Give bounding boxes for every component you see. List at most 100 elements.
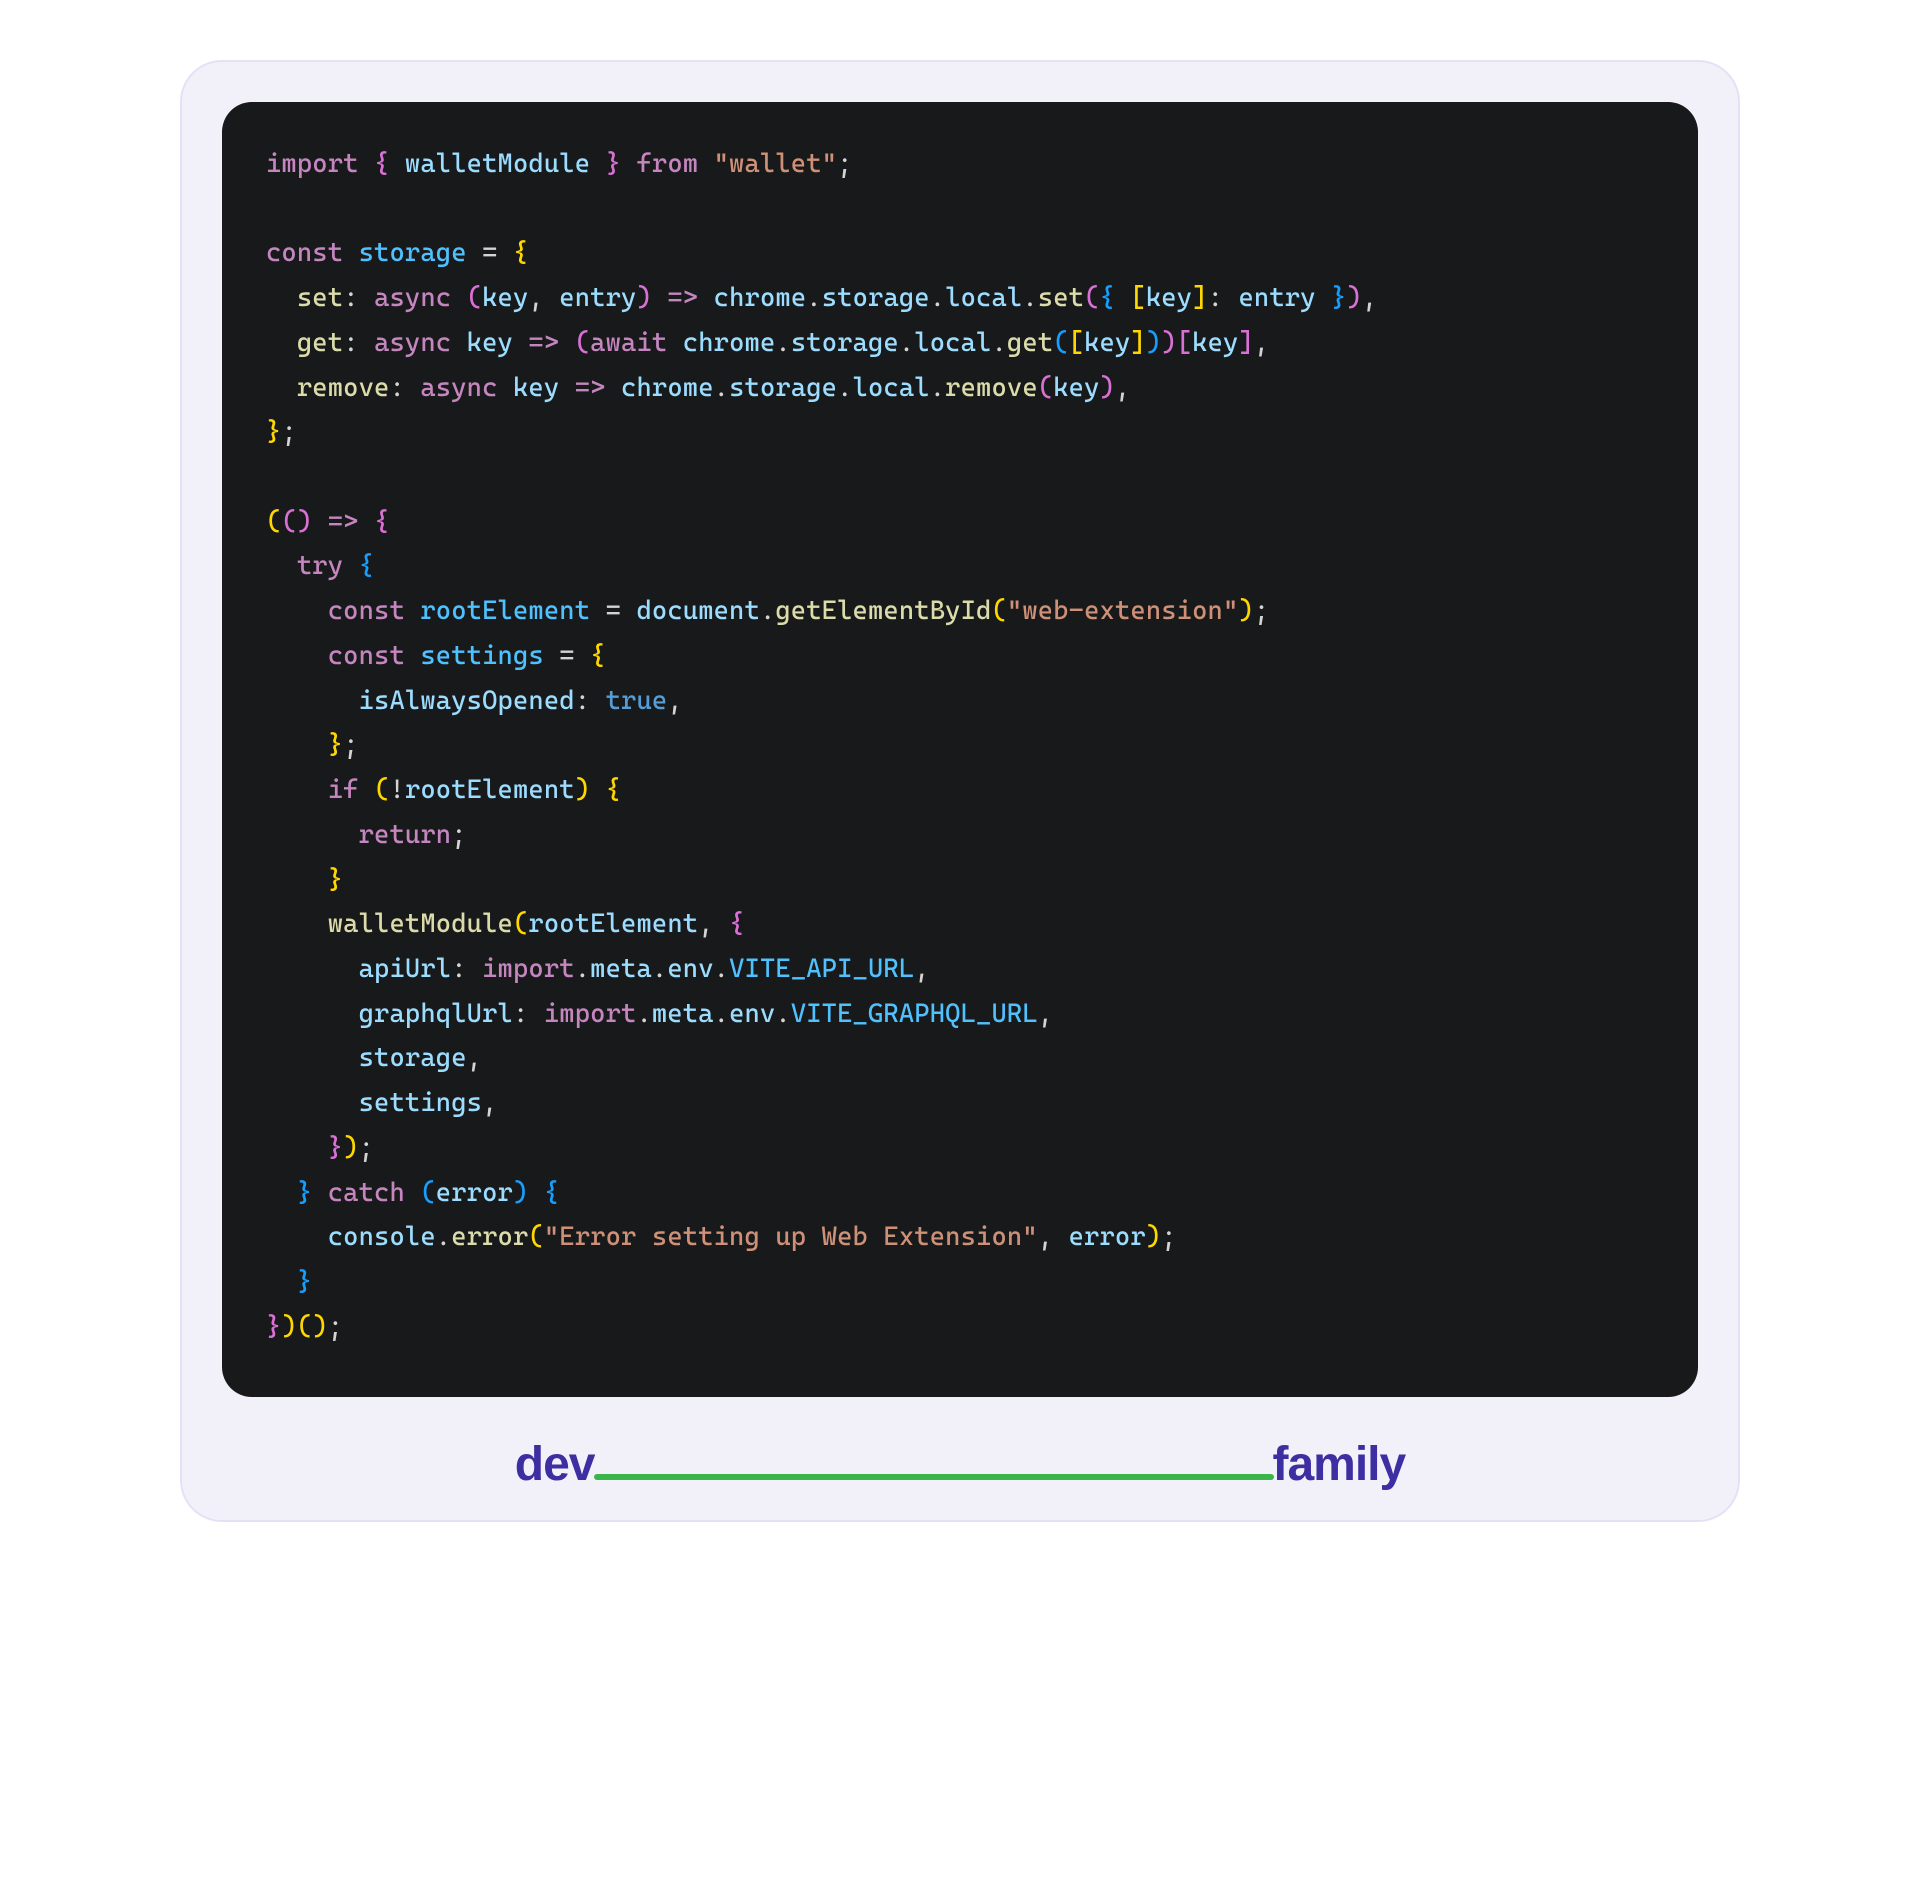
tok: ( [575,328,590,358]
tok: } [297,1267,312,1297]
tok: VITE_API_URL [729,954,914,984]
tok: ; [359,1133,374,1163]
tok: rootElement [420,596,605,626]
tok: { [359,551,374,581]
tok: } [328,730,343,760]
code-line: remove: async key => chrome.storage.loca… [266,373,1130,403]
tok: env [729,999,775,1029]
tok: , [914,954,929,984]
indent [266,1043,359,1073]
tok: get [1007,328,1053,358]
tok: ) [1146,1222,1161,1252]
tok: => [312,507,374,537]
tok: local [914,328,991,358]
tok: if [328,775,374,805]
code-line: set: async (key, entry) => chrome.storag… [266,283,1377,313]
tok: import [266,149,374,179]
code-line: console.error("Error setting up Web Exte… [266,1222,1177,1252]
tok: . [714,373,729,403]
tok: key [1146,283,1192,313]
code-line: import { walletModule } from "wallet"; [266,149,853,179]
tok: local [945,283,1022,313]
tok: isAlwaysOpened [359,686,575,716]
code-line: }; [266,417,297,447]
tok: set [297,283,343,313]
tok: const [328,596,421,626]
brand-logo: dev family [222,1437,1698,1492]
indent [266,775,328,805]
tok: } [266,417,281,447]
tok: ) [1347,283,1362,313]
tok: } [606,149,621,179]
tok: "Error setting up Web Extension" [544,1222,1038,1252]
tok: } [328,865,343,895]
tok: ] [1238,328,1253,358]
tok: remove [297,373,390,403]
tok: : [1208,283,1239,313]
tok: import [544,999,637,1029]
tok: { [729,909,744,939]
tok: "wallet" [714,149,837,179]
tok: { [590,641,605,671]
tok: . [837,373,852,403]
indent [266,820,359,850]
tok: ( [266,507,281,537]
tok: ) [297,507,312,537]
tok: async [420,373,513,403]
tok: ; [1254,596,1269,626]
code-line: (() => { [266,507,390,537]
tok: key [1192,328,1238,358]
tok: ( [467,283,482,313]
tok: document [636,596,759,626]
tok: : [451,954,482,984]
tok: ; [451,820,466,850]
tok: return [359,820,452,850]
tok: async [374,283,467,313]
tok: rootElement [528,909,698,939]
tok: [ [1177,328,1192,358]
tok: . [436,1222,451,1252]
code-line: settings, [266,1088,498,1118]
tok: { [1100,283,1115,313]
indent [266,1133,328,1163]
tok: try [297,551,359,581]
indent [266,596,328,626]
indent [266,1178,297,1208]
code-line: apiUrl: import.meta.env.VITE_API_URL, [266,954,930,984]
tok: => [652,283,714,313]
code-line: const storage = { [266,238,528,268]
tok: VITE_GRAPHQL_URL [791,999,1038,1029]
tok: graphqlUrl [359,999,513,1029]
tok: ( [1053,328,1068,358]
indent [266,954,359,984]
tok: storage [729,373,837,403]
tok: . [714,999,729,1029]
tok: storage [791,328,899,358]
tok: . [991,328,1006,358]
code-line: }; [266,730,359,760]
tok: . [1022,283,1037,313]
indent [266,999,359,1029]
indent [266,1222,328,1252]
tok: set [1038,283,1084,313]
tok: ( [420,1178,435,1208]
tok: error [436,1178,513,1208]
tok: const [266,238,359,268]
tok: ) [513,1178,528,1208]
tok: { [374,149,389,179]
tok: , [482,1088,497,1118]
tok: . [760,596,775,626]
tok: , [528,283,559,313]
code-line: graphqlUrl: import.meta.env.VITE_GRAPHQL… [266,999,1053,1029]
tok: walletModule [389,149,605,179]
brand-right: family [1272,1437,1405,1492]
code-line: return; [266,820,467,850]
tok: ( [281,507,296,537]
tok: } [328,1133,343,1163]
indent [266,1267,297,1297]
tok: import [482,954,575,984]
tok: meta [590,954,652,984]
tok: storage [822,283,930,313]
tok: ; [837,149,852,179]
tok: . [775,999,790,1029]
